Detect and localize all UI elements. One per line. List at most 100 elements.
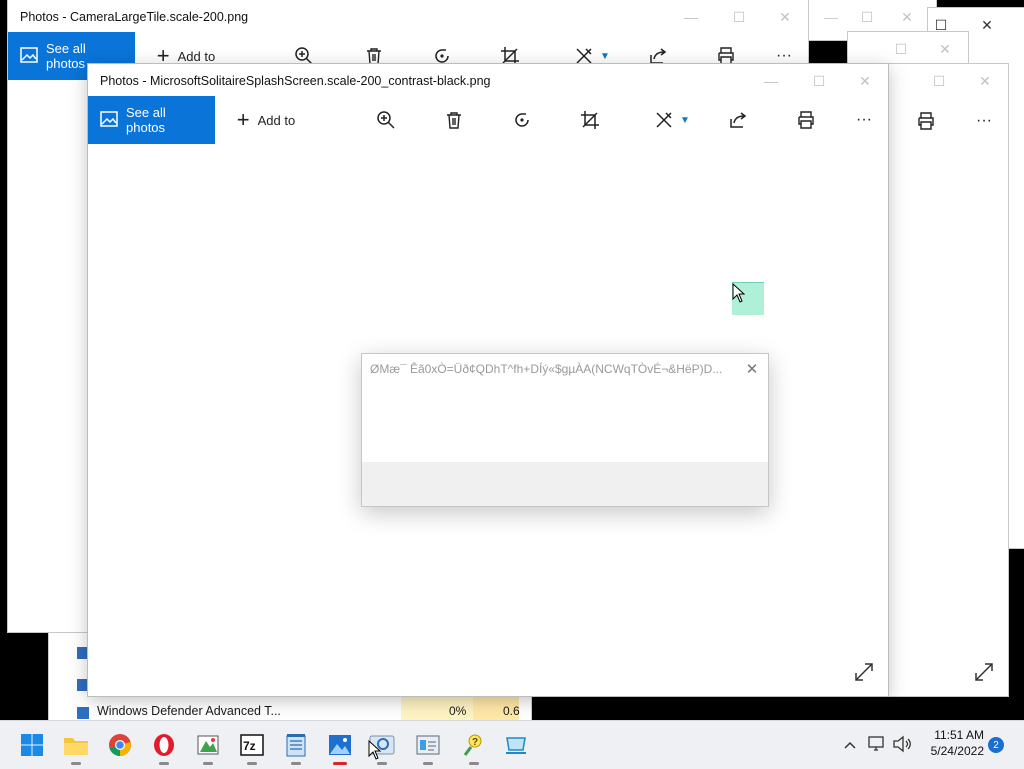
chrome-icon bbox=[109, 734, 131, 756]
print-button[interactable] bbox=[794, 96, 818, 144]
remote-desktop-icon bbox=[506, 737, 526, 754]
svg-text:7z: 7z bbox=[243, 739, 256, 753]
chevron-up-icon bbox=[844, 741, 856, 749]
print-icon bbox=[798, 111, 814, 129]
plus-icon: + bbox=[236, 107, 250, 132]
crop-icon bbox=[501, 47, 519, 65]
close-icon: ✕ bbox=[745, 361, 759, 378]
photos-button[interactable] bbox=[322, 727, 358, 765]
opera-icon bbox=[154, 734, 174, 756]
remote-desktop-button[interactable] bbox=[498, 727, 534, 763]
more-button[interactable]: ··· bbox=[852, 96, 876, 144]
zoom-icon bbox=[377, 111, 395, 129]
7zip-button[interactable]: 7z bbox=[234, 727, 270, 765]
crop-button[interactable] bbox=[578, 96, 602, 144]
chrome-button[interactable] bbox=[102, 727, 138, 763]
dialog-close-button[interactable]: ✕ bbox=[742, 360, 762, 378]
svg-text:?: ? bbox=[472, 737, 478, 748]
speaker-icon bbox=[893, 735, 911, 753]
chevron-down-icon: ▼ bbox=[680, 114, 690, 126]
close-button[interactable]: ✕ bbox=[922, 32, 968, 66]
clock-time: 11:51 AM bbox=[934, 728, 984, 742]
edit-tools-icon bbox=[656, 112, 672, 128]
paint-button[interactable] bbox=[190, 727, 226, 765]
chevron-down-icon: ▼ bbox=[600, 50, 610, 62]
close-button[interactable]: ✕ bbox=[964, 8, 1010, 42]
close-button[interactable]: ✕ bbox=[842, 64, 888, 98]
share-button[interactable] bbox=[726, 96, 750, 144]
delete-button[interactable] bbox=[442, 96, 466, 144]
toolbar: See all photos + Add to ▼ ··· bbox=[88, 96, 888, 144]
maximize-button[interactable]: ☐ bbox=[916, 64, 962, 98]
zoom-icon bbox=[295, 47, 313, 65]
dialog-footer bbox=[362, 462, 768, 506]
expand-icon[interactable] bbox=[854, 662, 874, 682]
task-manager-button[interactable] bbox=[410, 727, 446, 765]
process-icon bbox=[77, 707, 89, 719]
start-button[interactable] bbox=[14, 727, 50, 763]
close-button[interactable]: ✕ bbox=[962, 64, 1008, 98]
memory-value: 0.6 bbox=[503, 704, 520, 718]
maximize-button[interactable]: ☐ bbox=[716, 0, 762, 34]
error-dialog: ØMæ¯ Êã0xÒ=Üð¢QDhT^fh+DÍý«$gµÀA(NCWqTÒvÉ… bbox=[361, 353, 769, 507]
notification-badge[interactable]: 2 bbox=[988, 737, 1004, 753]
crop-icon bbox=[581, 111, 599, 129]
taskbar: 7z ? 11:51 AM 5/24/2022 2 bbox=[0, 720, 1024, 769]
expand-icon[interactable] bbox=[974, 662, 994, 682]
see-all-photos-button[interactable]: See all photos bbox=[88, 96, 215, 144]
opera-button[interactable] bbox=[146, 727, 182, 765]
task-manager-icon bbox=[416, 735, 440, 755]
title-bar: Photos - MicrosoftSolitaireSplashScreen.… bbox=[88, 64, 888, 98]
edit-tools-icon bbox=[576, 48, 592, 64]
start-icon bbox=[21, 734, 43, 756]
add-to-label: Add to bbox=[177, 48, 216, 64]
notepad-icon bbox=[286, 734, 306, 757]
file-explorer-button[interactable] bbox=[58, 727, 94, 765]
rotate-icon bbox=[435, 49, 449, 63]
minimize-button[interactable]: — bbox=[748, 64, 794, 98]
show-hidden-icons-button[interactable] bbox=[842, 735, 858, 755]
see-all-photos-label: See all photos bbox=[126, 105, 166, 135]
mouse-cursor bbox=[368, 739, 382, 760]
paint-icon bbox=[197, 735, 219, 755]
minimize-button[interactable]: — bbox=[668, 0, 714, 34]
rotate-icon bbox=[515, 113, 529, 127]
network-icon bbox=[868, 736, 884, 751]
more-button[interactable]: ··· bbox=[972, 97, 996, 145]
print-icon bbox=[718, 47, 734, 65]
zoom-button[interactable] bbox=[374, 96, 398, 144]
network-button[interactable] bbox=[866, 735, 886, 755]
title-bar: Photos - CameraLargeTile.scale-200.png —… bbox=[8, 0, 808, 34]
dialog-title: ØMæ¯ Êã0xÒ=Üð¢QDhT^fh+DÍý«$gµÀA(NCWqTÒvÉ… bbox=[370, 362, 723, 376]
add-to-label: Add to bbox=[257, 112, 296, 128]
rotate-button[interactable] bbox=[510, 96, 534, 144]
print-icon bbox=[918, 112, 934, 130]
trash-icon bbox=[447, 112, 461, 129]
notepad-button[interactable] bbox=[278, 727, 314, 765]
mouse-cursor bbox=[732, 282, 746, 303]
maximize-button[interactable]: ☐ bbox=[878, 32, 924, 66]
window-title: Photos - CameraLargeTile.scale-200.png bbox=[20, 10, 249, 24]
share-icon bbox=[650, 48, 667, 64]
photos-app-icon bbox=[329, 735, 351, 755]
volume-button[interactable] bbox=[892, 735, 912, 755]
close-button[interactable]: ✕ bbox=[762, 0, 808, 34]
clock[interactable]: 11:51 AM 5/24/2022 bbox=[918, 727, 984, 763]
trash-icon bbox=[367, 48, 381, 65]
clock-date: 5/24/2022 bbox=[930, 744, 984, 758]
window-title: Photos - MicrosoftSolitaireSplashScreen.… bbox=[100, 74, 491, 88]
maximize-button[interactable]: ☐ bbox=[796, 64, 842, 98]
cpu-value: 0% bbox=[449, 704, 467, 718]
7zip-icon: 7z bbox=[240, 734, 264, 756]
photos-window-behind-right: ☐ ✕ ··· bbox=[888, 64, 1008, 696]
folder-icon bbox=[64, 738, 88, 755]
photos-icon bbox=[20, 46, 38, 67]
edit-button[interactable]: ▼ bbox=[650, 96, 694, 144]
share-icon bbox=[730, 112, 747, 128]
help-button[interactable]: ? bbox=[456, 727, 492, 765]
help-icon: ? bbox=[463, 734, 482, 756]
print-button[interactable] bbox=[914, 97, 938, 145]
process-name[interactable]: Windows Defender Advanced T... bbox=[97, 704, 281, 718]
photos-icon bbox=[100, 110, 118, 131]
add-to-button[interactable]: + Add to bbox=[226, 96, 306, 144]
